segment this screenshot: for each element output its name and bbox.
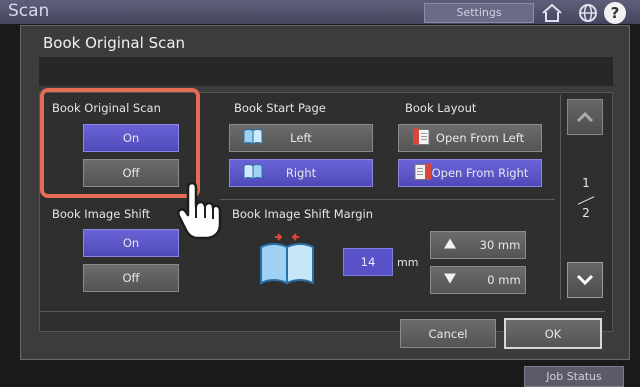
book-shift-icon xyxy=(256,231,318,291)
book-image-shift-on-button[interactable]: On xyxy=(83,229,179,257)
dialog-title-strip xyxy=(39,57,613,86)
open-from-left-button[interactable]: Open From Left xyxy=(398,124,542,152)
pointing-hand-icon xyxy=(176,181,222,244)
book-open-left-icon xyxy=(411,127,433,150)
scroll-up-button[interactable] xyxy=(567,99,603,135)
dialog-title: Book Original Scan xyxy=(43,34,186,52)
settings-button[interactable]: Settings xyxy=(424,3,534,23)
margin-decrease-button[interactable]: 0 mm xyxy=(430,266,526,294)
book-open-right-icon xyxy=(411,162,433,185)
job-status-button[interactable]: Job Status xyxy=(524,366,624,387)
globe-icon[interactable] xyxy=(578,3,598,27)
book-image-shift-off-button[interactable]: Off xyxy=(83,264,179,292)
app-title: Scan xyxy=(8,1,50,21)
scroll-down-button[interactable] xyxy=(567,262,603,298)
triangle-down-icon xyxy=(443,273,457,288)
book-image-shift-margin-label: Book Image Shift Margin xyxy=(232,207,374,221)
open-from-right-button[interactable]: Open From Right xyxy=(398,159,542,187)
margin-increase-button[interactable]: 30 mm xyxy=(430,231,526,259)
app-top-bar: Scan Settings ? xyxy=(0,0,640,24)
triangle-up-icon xyxy=(443,238,457,253)
shift-margin-unit: mm xyxy=(397,256,419,269)
section-divider xyxy=(220,199,555,200)
book-layout-label: Book Layout xyxy=(405,101,477,115)
shift-margin-value-field[interactable]: 14 xyxy=(343,248,393,276)
book-start-page-left-button[interactable]: Left xyxy=(229,124,373,152)
chevron-down-icon xyxy=(576,274,594,286)
book-start-page-right-button[interactable]: Right xyxy=(229,159,373,187)
cancel-button[interactable]: Cancel xyxy=(400,319,496,348)
screen: Scan Settings ? Book Original Scan Book … xyxy=(0,0,640,387)
footer-divider xyxy=(40,311,605,312)
ok-button[interactable]: OK xyxy=(504,318,602,349)
current-page: 1 xyxy=(582,176,590,190)
open-book-right-icon xyxy=(242,163,264,184)
open-book-left-icon xyxy=(242,128,264,149)
chevron-up-icon xyxy=(576,111,594,123)
book-start-page-label: Book Start Page xyxy=(234,101,326,115)
home-icon[interactable] xyxy=(540,3,564,27)
help-icon[interactable]: ? xyxy=(604,2,626,24)
pager-divider xyxy=(560,95,561,300)
total-pages: 2 xyxy=(582,206,590,220)
book-image-shift-label: Book Image Shift xyxy=(52,207,151,221)
